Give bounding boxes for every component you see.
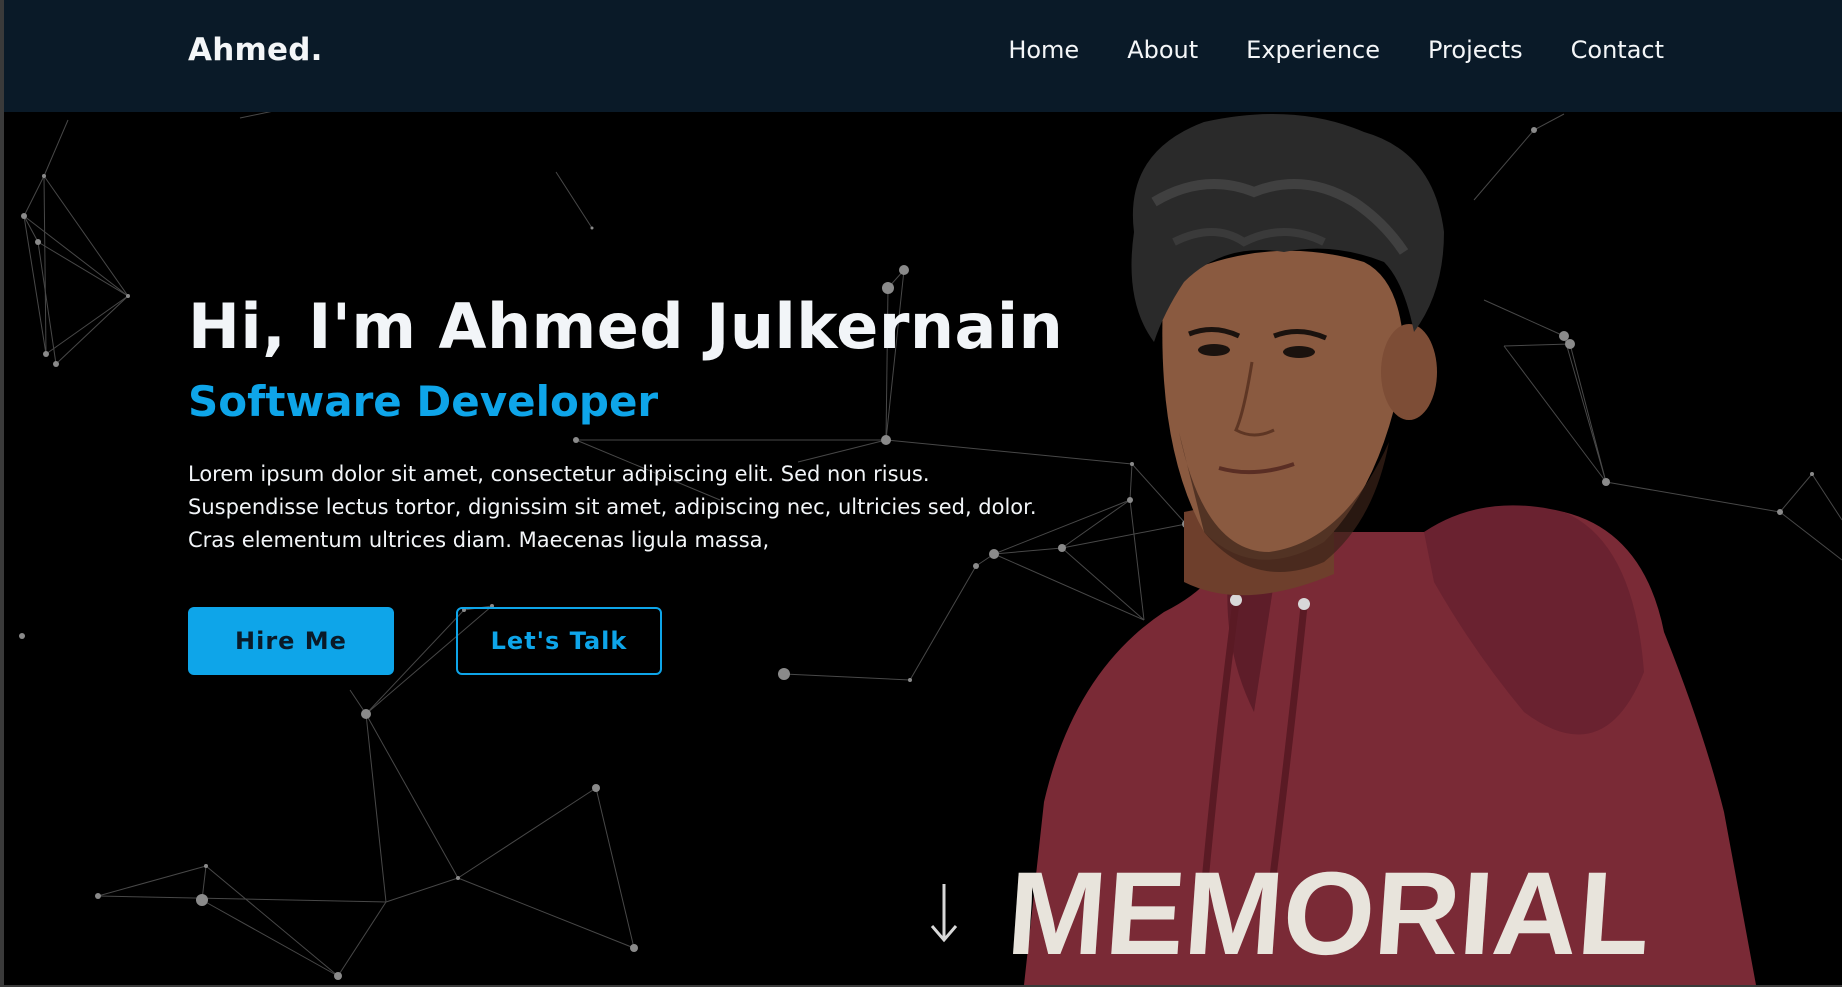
arrow-down-icon[interactable] (929, 880, 959, 948)
nav-about-link[interactable]: About (1127, 36, 1198, 64)
hero-title: Hi, I'm Ahmed Julkernain (188, 290, 1064, 363)
nav-experience-link[interactable]: Experience (1246, 36, 1380, 64)
nav-home-link[interactable]: Home (1008, 36, 1079, 64)
hoodie-text: MEMORIAL (1004, 848, 1655, 980)
hero-section: Hi, I'm Ahmed Julkernain Software Develo… (188, 290, 1088, 675)
nav-contact-link[interactable]: Contact (1571, 36, 1664, 64)
hire-me-button[interactable]: Hire Me (188, 607, 394, 675)
hero-description-line: Suspendisse lectus tortor, dignissim sit… (188, 495, 1037, 519)
top-navbar: Ahmed. Home About Experience Projects Co… (4, 0, 1842, 112)
page-frame: MEMORIAL Ahmed. Home About Experience Pr… (4, 0, 1842, 985)
nav-projects-link[interactable]: Projects (1428, 36, 1523, 64)
nav-menu: Home About Experience Projects Contact (1008, 36, 1664, 64)
portrait-photo: MEMORIAL (1004, 114, 1756, 985)
site-logo[interactable]: Ahmed. (188, 32, 323, 68)
hero-description-line: Cras elementum ultrices diam. Maecenas l… (188, 528, 770, 552)
lets-talk-button[interactable]: Let's Talk (456, 607, 662, 675)
cta-buttons: Hire Me Let's Talk (188, 607, 1088, 675)
hero-role: Software Developer (188, 377, 659, 426)
hero-description: Lorem ipsum dolor sit amet, consectetur … (188, 458, 1088, 557)
hero-description-line: Lorem ipsum dolor sit amet, consectetur … (188, 462, 930, 486)
